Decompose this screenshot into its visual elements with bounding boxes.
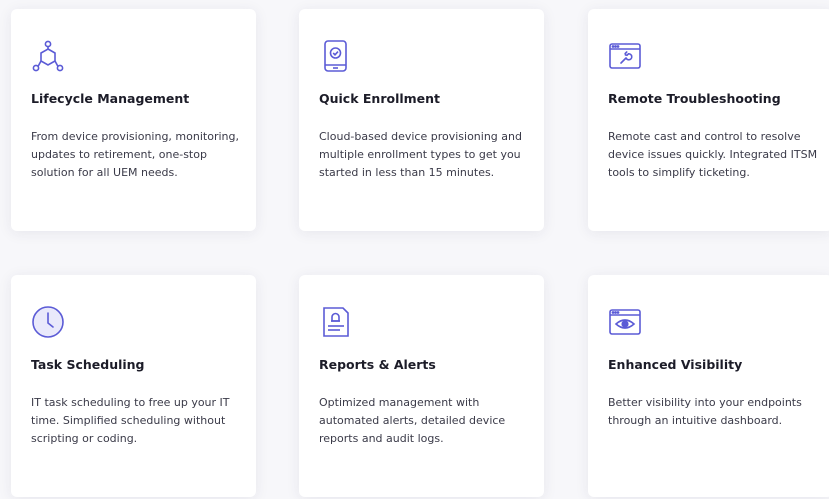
window-wrench-icon <box>608 39 642 73</box>
card-description: IT task scheduling to free up your IT ti… <box>31 396 230 445</box>
feature-card-quick-enrollment: Quick Enrollment Cloud-based device prov… <box>299 9 544 231</box>
card-description: Better visibility into your endpoints th… <box>608 396 802 427</box>
feature-card-remote-troubleshooting: Remote Troubleshooting Remote cast and c… <box>588 9 829 231</box>
card-title: Reports & Alerts <box>319 357 436 372</box>
feature-card-enhanced-visibility: Enhanced Visibility Better visibility in… <box>588 275 829 497</box>
feature-card-lifecycle-management: Lifecycle Management From device provisi… <box>11 9 256 231</box>
card-title: Remote Troubleshooting <box>608 91 781 106</box>
card-title: Lifecycle Management <box>31 91 190 106</box>
card-title: Quick Enrollment <box>319 91 441 106</box>
card-title: Task Scheduling <box>31 357 145 372</box>
clock-icon <box>31 305 65 339</box>
report-bell-icon <box>319 305 353 339</box>
card-description: Optimized management with automated aler… <box>319 396 506 445</box>
feature-card-reports-alerts: Reports & Alerts Optimized management wi… <box>299 275 544 497</box>
hexagon-nodes-icon <box>31 39 65 73</box>
card-description: From device provisioning, monitoring, up… <box>31 130 239 179</box>
feature-card-task-scheduling: Task Scheduling IT task scheduling to fr… <box>11 275 256 497</box>
mobile-check-icon <box>319 39 353 73</box>
card-description: Remote cast and control to resolve devic… <box>608 130 818 179</box>
window-eye-icon <box>608 305 642 339</box>
card-title: Enhanced Visibility <box>608 357 743 372</box>
card-description: Cloud-based device provisioning and mult… <box>319 130 522 179</box>
